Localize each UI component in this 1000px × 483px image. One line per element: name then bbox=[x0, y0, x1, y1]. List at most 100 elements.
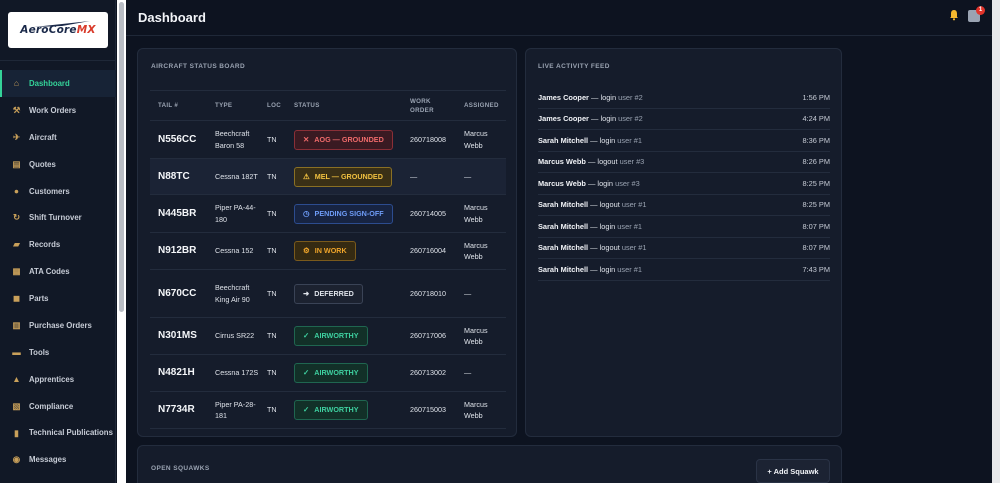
status-badge[interactable]: ➜ DEFERRED bbox=[294, 283, 363, 304]
assigned-to: Marcus Webb bbox=[456, 194, 506, 233]
table-row[interactable]: N670CC Beechcraft King Air 90 TN ➜ DEFERRED 2… bbox=[150, 269, 506, 318]
status-cell: ⚙ IN WORK bbox=[286, 232, 402, 270]
sidebar-item-customers[interactable]: ● Customers bbox=[0, 178, 116, 205]
status-label: AIRWORTHY bbox=[314, 331, 359, 341]
status-badge[interactable]: ✓ AIRWORTHY bbox=[294, 400, 368, 420]
activity-user-id: user #3 bbox=[619, 157, 645, 167]
open-squawks: OPEN SQUAWKS + Add Squawk bbox=[137, 445, 842, 483]
wrench-icon: ⚒ bbox=[12, 104, 21, 115]
location: TN bbox=[259, 391, 286, 429]
table-row[interactable]: N556CC Beechcraft Baron 58 TN ✕ AOG — GROUND… bbox=[150, 120, 506, 159]
sidebar-item-technical-publications[interactable]: ▮ Technical Publications bbox=[0, 420, 116, 447]
status-icon: ◷ bbox=[303, 208, 310, 218]
sidebar-item-compliance[interactable]: ▧ Compliance bbox=[0, 393, 116, 420]
activity-user-id: user #1 bbox=[617, 135, 642, 145]
tail-number: N556CC bbox=[150, 120, 207, 159]
activity-text: Marcus Webb — logout user #3 bbox=[538, 157, 644, 166]
activity-time: 8:25 PM bbox=[802, 200, 830, 210]
sidebar-nav: ⌂ Dashboard ⚒ Work Orders ✈ Aircraft ▤ Quotes ● C… bbox=[0, 70, 116, 473]
swoosh-icon bbox=[34, 21, 90, 27]
activity-action: — login bbox=[590, 135, 616, 145]
aircraft-status-board: AIRCRAFT STATUS BOARD TAIL # TYPE LOC ST… bbox=[137, 48, 517, 437]
sidebar-item-shift-turnover[interactable]: ↻ Shift Turnover bbox=[0, 204, 116, 231]
tail-number: N4821H bbox=[150, 354, 207, 392]
sidebar: AeroCoreMX ⌂ Dashboard ⚒ Work Orders ✈ Aircra… bbox=[0, 0, 116, 483]
location: TN bbox=[259, 194, 286, 233]
assigned-to: Marcus Webb bbox=[456, 391, 506, 429]
table-row[interactable]: N301MS Cirrus SR22 TN ✓ AIRWORTHY 260717006 Ma… bbox=[150, 317, 506, 355]
status-label: MEL — GROUNDED bbox=[314, 171, 383, 181]
sidebar-scrollbar-thumb[interactable] bbox=[119, 2, 124, 312]
col-tail: TAIL # bbox=[150, 90, 207, 121]
sidebar-item-label: Work Orders bbox=[29, 105, 77, 115]
table-row[interactable]: N88TC Cessna 182T TN ⚠ MEL — GROUNDED — — bbox=[150, 158, 506, 195]
work-order: 260716004 bbox=[402, 232, 456, 270]
bell-icon[interactable] bbox=[948, 9, 962, 23]
sidebar-item-label: Parts bbox=[29, 294, 49, 304]
sidebar-item-label: Purchase Orders bbox=[29, 320, 92, 330]
sidebar-item-purchase-orders[interactable]: ▥ Purchase Orders bbox=[0, 312, 116, 339]
status-icon: ✓ bbox=[303, 405, 310, 415]
status-badge[interactable]: ✓ AIRWORTHY bbox=[294, 326, 368, 346]
sidebar-item-work-orders[interactable]: ⚒ Work Orders bbox=[0, 97, 116, 124]
activity-action: — login bbox=[587, 178, 614, 188]
folder-icon: ▰ bbox=[13, 239, 20, 250]
list-item: Sarah Mitchell — logout user #1 8:25 PM bbox=[538, 195, 830, 216]
status-cell: ✓ AIRWORTHY bbox=[286, 317, 402, 355]
status-badge[interactable]: ✓ AIRWORTHY bbox=[294, 363, 368, 383]
status-badge[interactable]: ⚠ MEL — GROUNDED bbox=[294, 166, 392, 187]
status-icon: ⚙ bbox=[303, 246, 310, 256]
activity-user-name: Sarah Mitchell bbox=[538, 135, 589, 145]
sidebar-item-messages[interactable]: ◉ Messages bbox=[0, 446, 116, 473]
activity-time: 8:25 PM bbox=[802, 178, 830, 188]
status-badge[interactable]: ✕ AOG — GROUNDED bbox=[294, 129, 393, 150]
scroll-icon: ▧ bbox=[12, 400, 21, 411]
sidebar-item-tools[interactable]: ▬ Tools bbox=[0, 339, 116, 366]
live-activity-feed: LIVE ACTIVITY FEED James Cooper — login … bbox=[525, 48, 842, 437]
activity-user-name: Sarah Mitchell bbox=[538, 200, 589, 210]
assigned-to: — bbox=[456, 269, 506, 318]
status-icon: ⚠ bbox=[303, 171, 310, 181]
activity-user-id: user #1 bbox=[617, 264, 642, 274]
add-squawk-button[interactable]: + Add Squawk bbox=[756, 459, 830, 483]
sidebar-item-dashboard[interactable]: ⌂ Dashboard bbox=[0, 70, 116, 97]
activity-text: Sarah Mitchell — logout user #1 bbox=[538, 243, 646, 252]
sidebar-item-ata-codes[interactable]: ▦ ATA Codes bbox=[0, 258, 116, 285]
sidebar-item-quotes[interactable]: ▤ Quotes bbox=[0, 151, 116, 178]
tail-number: N445BR bbox=[150, 194, 207, 233]
logo[interactable]: AeroCoreMX bbox=[8, 12, 108, 48]
status-label: PENDING SIGN-OFF bbox=[314, 208, 384, 218]
sidebar-item-parts[interactable]: ◼ Parts bbox=[0, 285, 116, 312]
assigned-to: Marcus Webb bbox=[456, 317, 506, 355]
aircraft-type: Cessna 152 bbox=[207, 232, 259, 270]
activity-time: 1:56 PM bbox=[802, 92, 830, 102]
status-badge[interactable]: ◷ PENDING SIGN-OFF bbox=[294, 203, 393, 224]
sidebar-item-label: Tools bbox=[29, 347, 50, 357]
activity-action: — login bbox=[591, 92, 617, 102]
status-label: DEFERRED bbox=[314, 288, 354, 298]
activity-text: James Cooper — login user #2 bbox=[538, 114, 643, 123]
graduation-cap-icon: ▲ bbox=[12, 373, 21, 384]
table-row[interactable]: N7734R Piper PA-28-181 TN ✓ AIRWORTHY 2607150… bbox=[150, 391, 506, 429]
card-title: OPEN SQUAWKS bbox=[151, 465, 210, 472]
activity-action: — login bbox=[591, 114, 617, 124]
status-badge[interactable]: ⚙ IN WORK bbox=[294, 241, 356, 261]
sidebar-item-label: Records bbox=[29, 240, 61, 250]
table-row[interactable]: N445BR Piper PA-44-180 TN ◷ PENDING SIGN-OFF… bbox=[150, 194, 506, 233]
assigned-to: — bbox=[456, 354, 506, 392]
status-label: AIRWORTHY bbox=[314, 368, 359, 378]
page-scrollbar[interactable] bbox=[992, 0, 1000, 483]
sidebar-item-label: Customers bbox=[29, 186, 70, 196]
location: TN bbox=[259, 354, 286, 392]
table-row[interactable]: N912BR Cessna 152 TN ⚙ IN WORK 260716004 Marcu… bbox=[150, 232, 506, 270]
list-item: Sarah Mitchell — login user #1 7:43 PM bbox=[538, 259, 830, 281]
activity-user-name: Sarah Mitchell bbox=[538, 243, 589, 253]
table-row[interactable]: N4821H Cessna 172S TN ✓ AIRWORTHY 260713002— bbox=[150, 354, 506, 392]
work-order: 260717006 bbox=[402, 317, 456, 355]
sidebar-item-apprentices[interactable]: ▲ Apprentices bbox=[0, 366, 116, 393]
sidebar-item-records[interactable]: ▰ Records bbox=[0, 231, 116, 258]
work-order: — bbox=[402, 158, 456, 195]
sidebar-item-aircraft[interactable]: ✈ Aircraft bbox=[0, 124, 116, 151]
chat-bubble-icon: ◉ bbox=[12, 454, 21, 465]
activity-user-name: Marcus Webb bbox=[538, 157, 586, 167]
